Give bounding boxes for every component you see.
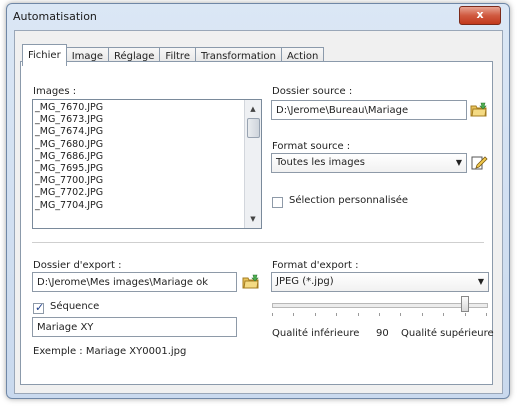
images-listbox[interactable]: _MG_7670.JPG _MG_7673.JPG _MG_7674.JPG _…	[32, 99, 262, 229]
slider-tick	[400, 313, 402, 316]
section-divider	[32, 242, 484, 243]
export-folder-input[interactable]: D:\Jerome\Mes images\Mariage ok	[32, 272, 237, 292]
slider-tick	[464, 313, 466, 316]
folder-browse-icon[interactable]	[470, 102, 488, 118]
slider-tick	[379, 313, 380, 316]
list-item[interactable]: _MG_7680.JPG	[35, 139, 251, 151]
slider-tick	[272, 313, 273, 316]
list-item[interactable]: _MG_7695.JPG	[35, 163, 251, 175]
images-label: Images :	[33, 86, 77, 97]
example-text: Exemple : Mariage XY0001.jpg	[33, 346, 187, 357]
list-item[interactable]: _MG_7702.JPG	[35, 187, 251, 199]
fichier-panel: Images : _MG_7670.JPG _MG_7673.JPG _MG_7…	[0, 0, 522, 406]
quality-slider-track[interactable]	[272, 303, 488, 308]
list-item[interactable]: _MG_7674.JPG	[35, 126, 251, 138]
custom-selection-label: Sélection personnalisée	[289, 195, 409, 206]
folder-browse-icon[interactable]	[242, 274, 260, 290]
source-format-value: Toutes les images	[276, 157, 366, 168]
slider-tick	[421, 313, 423, 316]
export-folder-label: Dossier d'export :	[33, 260, 122, 271]
scroll-down-icon[interactable]: ▼	[245, 212, 261, 226]
sequence-label: Séquence	[50, 301, 100, 312]
source-format-select[interactable]: Toutes les images ▼	[271, 153, 467, 173]
slider-tick	[486, 313, 487, 316]
sequence-checkbox[interactable]: ✓	[33, 301, 45, 314]
chevron-down-icon: ▼	[455, 158, 462, 167]
slider-tick	[357, 313, 359, 316]
source-folder-input[interactable]: D:\Jerome\Bureau\Mariage	[271, 100, 467, 120]
custom-selection-checkbox[interactable]	[272, 197, 283, 208]
slider-tick	[336, 313, 338, 316]
images-scrollbar[interactable]: ▲ ▼	[244, 100, 261, 228]
slider-tick	[314, 313, 316, 316]
scroll-up-icon[interactable]: ▲	[245, 102, 261, 116]
quality-high-label: Qualité supérieure	[401, 328, 494, 339]
export-format-select[interactable]: JPEG (*.jpg) ▼	[271, 272, 489, 292]
list-item[interactable]: _MG_7704.JPG	[35, 200, 251, 212]
list-item[interactable]: _MG_7700.JPG	[35, 175, 251, 187]
export-format-label: Format d'export :	[272, 260, 359, 271]
list-item[interactable]: _MG_7673.JPG	[35, 114, 251, 126]
list-item[interactable]: _MG_7686.JPG	[35, 151, 251, 163]
export-format-value: JPEG (*.jpg)	[276, 276, 334, 287]
tab-fichier[interactable]: Fichier	[22, 44, 67, 66]
edit-icon[interactable]	[471, 154, 489, 170]
sequence-input[interactable]: Mariage XY	[32, 317, 237, 337]
slider-tick	[443, 313, 445, 316]
source-folder-label: Dossier source :	[272, 86, 353, 97]
quality-slider-thumb[interactable]	[460, 296, 469, 312]
list-item[interactable]: _MG_7670.JPG	[35, 102, 251, 114]
images-list: _MG_7670.JPG _MG_7673.JPG _MG_7674.JPG _…	[35, 102, 251, 212]
slider-tick	[293, 313, 295, 316]
quality-value: 90	[376, 328, 389, 339]
quality-low-label: Qualité inférieure	[272, 328, 360, 339]
chevron-down-icon: ▼	[477, 277, 484, 286]
scroll-thumb[interactable]	[247, 118, 260, 138]
source-format-label: Format source :	[272, 141, 351, 152]
checkmark-icon: ✓	[35, 301, 45, 314]
